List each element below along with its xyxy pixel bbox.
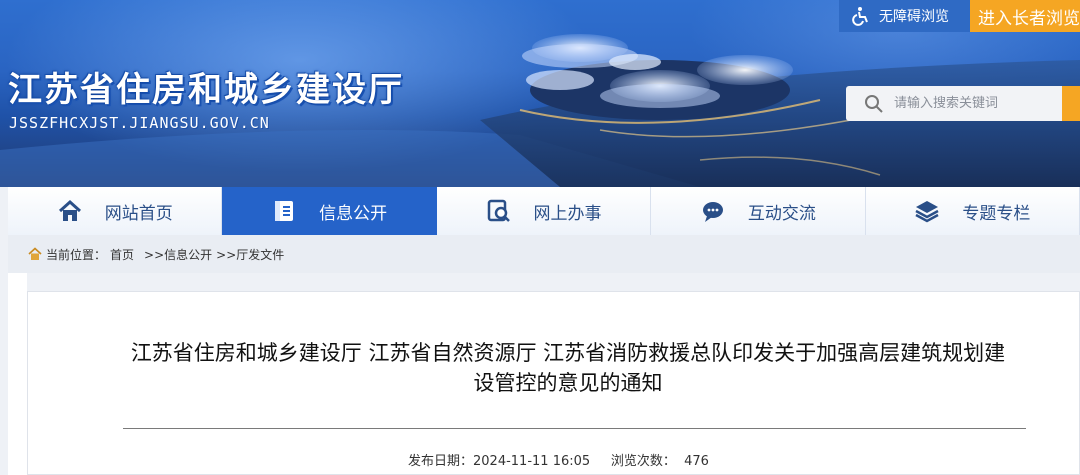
document-list-icon: [275, 201, 294, 221]
view-count-label: 浏览次数：: [610, 454, 676, 469]
wheelchair-icon: [852, 7, 868, 26]
site-title: 江苏省住房和城乡建设厅: [8, 70, 404, 110]
nav-item-home[interactable]: 网站首页: [8, 187, 223, 235]
main-nav: 网站首页 信息公开 网上办事 互动交流 专题专栏: [8, 187, 1080, 235]
article-title: 江苏省住房和城乡建设厅 江苏省自然资源厅 江苏省消防救援总队印发关于加强高层建筑…: [130, 341, 1006, 395]
search-icon: [865, 94, 883, 113]
accessibility-button[interactable]: 无障碍浏览: [839, 0, 970, 32]
home-icon: [58, 199, 81, 221]
chat-bubble-icon: [702, 202, 723, 222]
site-url: JSSZFHCXJST.JIANGSU.GOV.CN: [9, 114, 270, 132]
search-box: [846, 86, 1062, 121]
nav-item-label: 网上办事: [533, 203, 602, 224]
home-icon: [28, 247, 42, 260]
left-margin: [8, 273, 27, 475]
nav-item-label: 网站首页: [104, 203, 173, 224]
breadcrumb: 当前位置： 首页 >>信息公开 >>厅发文件: [8, 235, 1080, 273]
nav-item-online-service[interactable]: 网上办事: [436, 187, 652, 235]
publish-date-label: 发布日期：: [408, 454, 474, 469]
elder-mode-button[interactable]: 进入长者浏览: [970, 0, 1080, 32]
nav-item-label: 信息公开: [319, 203, 388, 224]
search-input[interactable]: [892, 95, 1056, 112]
search-button[interactable]: [1062, 86, 1080, 121]
title-divider: [123, 428, 1026, 429]
breadcrumb-info-link[interactable]: >>信息公开: [144, 246, 212, 263]
article-meta: 发布日期：2024-11-11 16:05 浏览次数： 476: [408, 450, 709, 469]
nav-item-info-disclosure[interactable]: 信息公开: [222, 187, 437, 235]
accessibility-label: 无障碍浏览: [879, 9, 949, 25]
article-panel: 江苏省住房和城乡建设厅 江苏省自然资源厅 江苏省消防救援总队印发关于加强高层建筑…: [27, 291, 1080, 475]
layers-icon: [915, 201, 939, 223]
online-service-icon: [487, 199, 510, 222]
nav-item-special-topics[interactable]: 专题专栏: [865, 187, 1080, 235]
breadcrumb-prefix: 当前位置：: [46, 247, 107, 262]
breadcrumb-home-link[interactable]: 首页: [110, 246, 134, 263]
nav-item-label: 互动交流: [747, 203, 816, 224]
nav-item-interaction[interactable]: 互动交流: [651, 187, 866, 235]
publish-date: 2024-11-11 16:05: [473, 454, 591, 469]
breadcrumb-docs-link[interactable]: >>厅发文件: [216, 246, 284, 263]
view-count: 476: [684, 454, 709, 469]
nav-item-label: 专题专栏: [962, 203, 1031, 224]
